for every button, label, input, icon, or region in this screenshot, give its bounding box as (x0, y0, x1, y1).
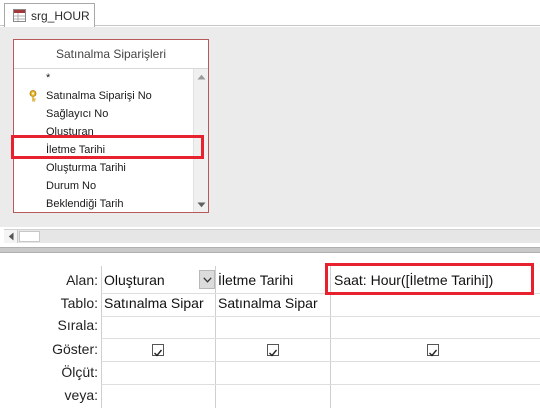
field-item-satinalma-siparisi-no[interactable]: Satınalma Siparişi No (14, 87, 194, 105)
scroll-down-button[interactable] (194, 197, 209, 212)
field-item-saglayici-no[interactable]: Sağlayıcı No (14, 105, 194, 123)
scroll-up-arrow-icon (197, 74, 206, 79)
query-design-window: srg_HOUR Satınalma Siparişleri * Satınal… (0, 0, 540, 408)
field-item-durum-no[interactable]: Durum No (14, 177, 194, 195)
row-label-table: Tablo: (60, 295, 98, 311)
field-item-iletme-tarihi[interactable]: İletme Tarihi (14, 141, 194, 159)
query-design-grid: Alan: Tablo: Sırala: Göster: Ölçüt: veya… (0, 253, 540, 408)
scroll-down-arrow-icon (197, 202, 206, 207)
primary-key-icon (29, 90, 37, 102)
row-label-or: veya: (64, 387, 98, 403)
query-tab[interactable]: srg_HOUR (4, 3, 95, 27)
grid-row-divider (101, 361, 540, 362)
field-item-all[interactable]: * (14, 69, 194, 87)
table-cell-2[interactable]: Satınalma Sipar (218, 295, 329, 311)
grid-row-divider (101, 293, 540, 294)
show-checkbox-1[interactable] (152, 344, 164, 357)
query-icon (13, 9, 26, 22)
field-cell-2[interactable]: İletme Tarihi (218, 272, 328, 288)
field-dropdown-button[interactable] (199, 270, 215, 289)
field-list-satinalma-siparisleri[interactable]: Satınalma Siparişleri * Satınalma Sipari… (13, 39, 209, 213)
field-list[interactable]: * Satınalma Siparişi No Sağlayıcı No Olu… (14, 69, 194, 212)
scroll-left-arrow-icon (8, 232, 13, 241)
checkmark-icon (154, 349, 163, 357)
row-label-sort: Sırala: (57, 317, 98, 333)
field-item-label: Satınalma Siparişi No (46, 90, 152, 102)
show-checkbox-3[interactable] (427, 344, 439, 357)
grid-row-divider (101, 384, 540, 385)
row-label-show: Göster: (52, 341, 98, 357)
chevron-down-icon (202, 276, 212, 283)
scroll-up-button[interactable] (194, 69, 209, 84)
field-list-title[interactable]: Satınalma Siparişleri (14, 40, 208, 69)
field-cell-1[interactable]: Oluşturan (104, 272, 198, 288)
scroll-left-button[interactable] (4, 230, 18, 243)
field-item-beklendigi-tarih[interactable]: Beklendiği Tarih (14, 195, 194, 212)
table-pane-horizontal-scrollbar[interactable] (4, 229, 540, 243)
show-checkbox-2[interactable] (267, 344, 279, 357)
scroll-thumb[interactable] (19, 231, 40, 242)
row-label-criteria: Ölçüt: (61, 364, 98, 380)
field-list-scrollbar[interactable] (193, 69, 208, 212)
tab-label: srg_HOUR (31, 8, 90, 23)
field-item-olusturan[interactable]: Oluşturan (14, 123, 194, 141)
checkmark-icon (429, 349, 438, 357)
field-cell-3[interactable]: Saat: Hour([İletme Tarihi]) (334, 272, 534, 288)
table-pane[interactable]: Satınalma Siparişleri * Satınalma Sipari… (0, 27, 540, 227)
row-label-field: Alan: (66, 272, 98, 288)
table-cell-1[interactable]: Satınalma Sipar (104, 295, 214, 311)
field-item-olusturma-tarihi[interactable]: Oluşturma Tarihi (14, 159, 194, 177)
grid-row-divider (101, 316, 540, 317)
checkmark-icon (269, 349, 278, 357)
grid-row-divider (101, 338, 540, 339)
document-tab-strip: srg_HOUR (0, 0, 540, 27)
